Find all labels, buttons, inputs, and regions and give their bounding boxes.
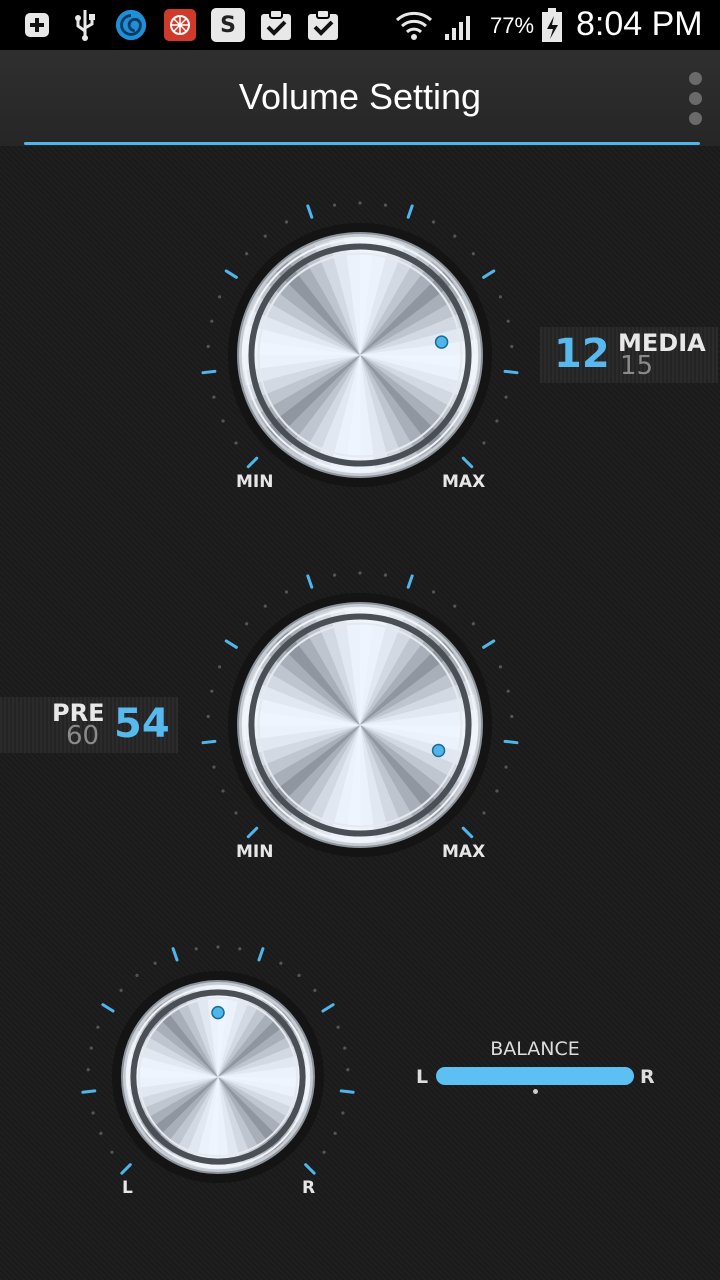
check-clipboard-icon xyxy=(306,8,340,42)
usb-icon xyxy=(68,8,102,42)
spiral-app-icon xyxy=(114,8,148,42)
media-volume-knob[interactable] xyxy=(238,233,482,477)
balance-knob[interactable] xyxy=(122,981,314,1173)
media-max-value: 15 xyxy=(620,351,654,381)
overflow-menu-button[interactable] xyxy=(684,72,708,126)
pre-max-label: MAX xyxy=(442,842,486,862)
balance-left-label: L xyxy=(416,1066,429,1088)
overflow-dot-icon xyxy=(689,72,702,85)
page-title: Volume Setting xyxy=(238,76,482,117)
pre-value: 54 xyxy=(114,701,170,747)
media-readout: 12 MEDIA 15 xyxy=(540,327,718,383)
s-app-icon: S xyxy=(211,8,245,42)
pre-volume-dial: MIN MAX xyxy=(200,565,520,885)
red-app-icon xyxy=(163,8,197,42)
media-min-label: MIN xyxy=(236,472,274,492)
media-volume-dial: MIN MAX xyxy=(200,195,520,515)
balance-dial: L R xyxy=(78,937,358,1217)
pre-readout: PRE 60 54 xyxy=(0,697,178,753)
check-clipboard-icon xyxy=(259,8,293,42)
pre-volume-knob[interactable] xyxy=(238,603,482,847)
balance-center-marker xyxy=(533,1089,538,1094)
balance-knob-left-label: L xyxy=(122,1178,133,1198)
status-bar: S 77% 8:04 PM xyxy=(0,0,720,50)
action-bar: Volume Setting xyxy=(0,50,720,146)
overflow-dot-icon xyxy=(689,92,702,105)
wifi-icon xyxy=(395,8,433,42)
media-value: 12 xyxy=(554,331,610,377)
balance-knob-right-label: R xyxy=(302,1178,316,1198)
media-max-label: MAX xyxy=(442,472,486,492)
app-root: S 77% 8:04 PM Volume Setting MIN MAX 12 … xyxy=(0,0,720,1280)
pre-min-label: MIN xyxy=(236,842,274,862)
battery-charging-icon xyxy=(538,8,566,42)
balance-right-label: R xyxy=(640,1066,655,1088)
overflow-dot-icon xyxy=(689,112,702,125)
action-bar-underline xyxy=(24,142,700,145)
pre-max-value: 60 xyxy=(66,721,100,751)
balance-title: BALANCE xyxy=(490,1038,580,1060)
notification-add-icon xyxy=(20,8,54,42)
battery-percent: 77% xyxy=(490,13,535,38)
clock: 8:04 PM xyxy=(576,5,703,43)
signal-icon xyxy=(440,8,478,42)
balance-slider[interactable] xyxy=(436,1067,634,1085)
